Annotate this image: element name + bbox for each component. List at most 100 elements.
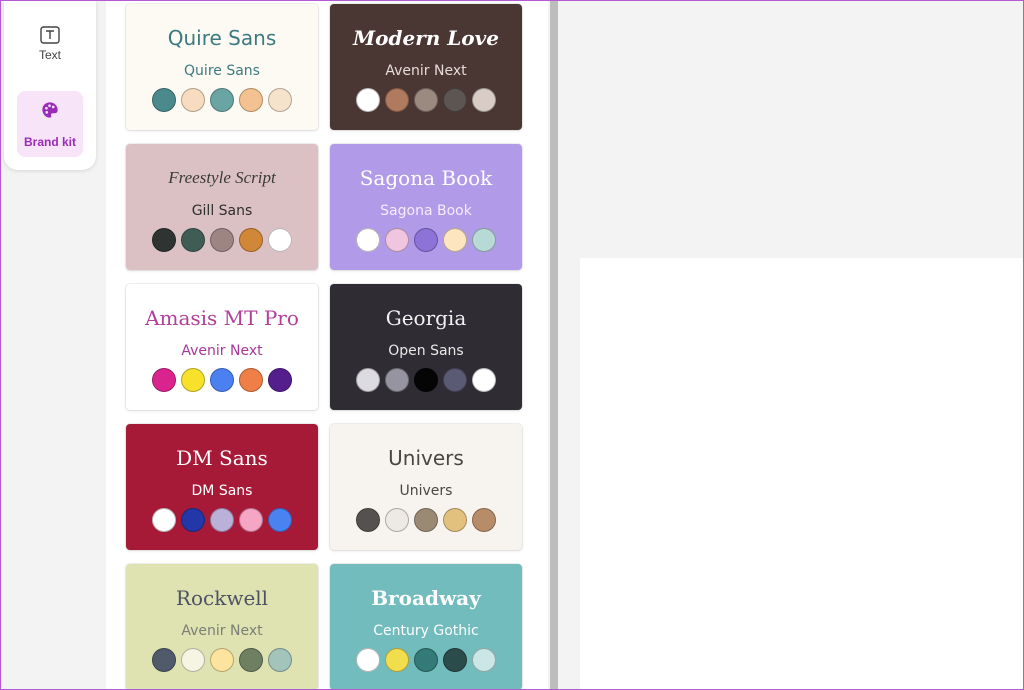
color-swatch [152,228,176,252]
color-swatch [239,88,263,112]
color-swatch [472,508,496,532]
color-swatch [443,648,467,672]
color-swatch [385,368,409,392]
brand-kit-swatches [126,508,318,532]
color-swatch [385,648,409,672]
color-swatch [356,228,380,252]
brand-kit-card[interactable]: Quire Sans Quire Sans [126,4,318,130]
color-swatch [268,648,292,672]
color-swatch [210,368,234,392]
brand-kit-card[interactable]: Freestyle Script Gill Sans [126,144,318,270]
color-swatch [181,228,205,252]
color-swatch [356,508,380,532]
color-swatch [385,508,409,532]
brand-kit-body-font: Sagona Book [380,203,472,219]
color-swatch [268,368,292,392]
brand-kit-heading-font: DM Sans [176,446,268,470]
brand-kit-body-font: Open Sans [388,343,464,359]
brand-kit-heading-font: Freestyle Script [168,168,276,187]
brand-kit-heading-font: Sagona Book [359,166,493,190]
brand-kit-card[interactable]: Univers Univers [330,424,522,550]
brand-kit-heading-font: Georgia [385,306,467,330]
color-swatch [472,368,496,392]
brand-kit-card[interactable]: DM Sans DM Sans [126,424,318,550]
brand-kit-swatches [126,648,318,672]
color-swatch [239,648,263,672]
brand-kit-heading-font: Amasis MT Pro [145,306,299,330]
color-swatch [181,648,205,672]
left-rail: Text Brand kit [4,0,96,170]
color-swatch [181,88,205,112]
brand-kit-card[interactable]: Modern Love Avenir Next [330,4,522,130]
color-swatch [443,508,467,532]
brand-kit-body-font: Gill Sans [191,203,253,219]
color-swatch [414,228,438,252]
color-swatch [152,648,176,672]
color-swatch [210,508,234,532]
color-swatch [268,88,292,112]
color-swatch [268,228,292,252]
color-swatch [152,88,176,112]
color-swatch [414,508,438,532]
brand-kit-card[interactable]: Amasis MT Pro Avenir Next [126,284,318,410]
color-swatch [356,88,380,112]
brand-kit-panel: Quire Sans Quire Sans Modern Love Avenir Ne… [106,0,548,690]
color-swatch [414,88,438,112]
brand-kit-heading-font: Quire Sans [167,26,277,50]
brand-kit-swatches [330,228,522,252]
color-swatch [181,368,205,392]
brand-kit-body-font: Avenir Next [181,623,263,639]
brand-kit-heading-font: Broadway [371,586,481,610]
color-swatch [472,648,496,672]
rail-item-text[interactable]: Text [17,14,83,80]
color-swatch [356,368,380,392]
brand-kit-swatches [330,88,522,112]
color-swatch [443,368,467,392]
color-swatch [239,368,263,392]
rail-item-label: Text [38,48,61,62]
color-swatch [472,228,496,252]
color-swatch [356,648,380,672]
brand-kit-heading-font: Modern Love [353,26,499,50]
color-swatch [385,228,409,252]
brand-kit-heading-font: Rockwell [175,586,269,610]
brand-kit-swatches [330,368,522,392]
brand-kit-card[interactable]: Georgia Open Sans [330,284,522,410]
brand-kit-body-font: Century Gothic [373,623,479,639]
brand-kit-body-font: Quire Sans [184,63,260,79]
color-swatch [181,508,205,532]
color-swatch [152,368,176,392]
brand-kit-swatches [330,648,522,672]
color-swatch [472,88,496,112]
color-swatch [268,508,292,532]
color-swatch [414,648,438,672]
brand-kit-card[interactable]: Rockwell Avenir Next [126,564,318,690]
brand-kit-swatches [330,508,522,532]
design-page[interactable] [580,258,1024,690]
color-swatch [443,228,467,252]
color-swatch [385,88,409,112]
brand-kit-swatches [126,228,318,252]
brand-kit-swatches [126,368,318,392]
color-swatch [210,228,234,252]
brand-kit-card[interactable]: Sagona Book Sagona Book [330,144,522,270]
color-swatch [239,508,263,532]
color-swatch [210,88,234,112]
color-swatch [443,88,467,112]
brand-kit-heading-font: Univers [388,446,464,470]
panel-scrollbar[interactable] [550,0,558,690]
palette-icon [42,102,58,118]
brand-kit-card[interactable]: Broadway Century Gothic [330,564,522,690]
color-swatch [152,508,176,532]
brand-kit-body-font: Avenir Next [385,63,467,79]
brand-kit-swatches [126,88,318,112]
brand-kit-body-font: DM Sans [191,483,253,499]
text-box-icon [40,26,60,44]
rail-item-brand-kit[interactable]: Brand kit [17,91,83,157]
color-swatch [414,368,438,392]
rail-item-label: Brand kit [23,135,76,149]
color-swatch [210,648,234,672]
brand-kit-body-font: Univers [399,483,453,499]
color-swatch [239,228,263,252]
brand-kit-body-font: Avenir Next [181,343,263,359]
